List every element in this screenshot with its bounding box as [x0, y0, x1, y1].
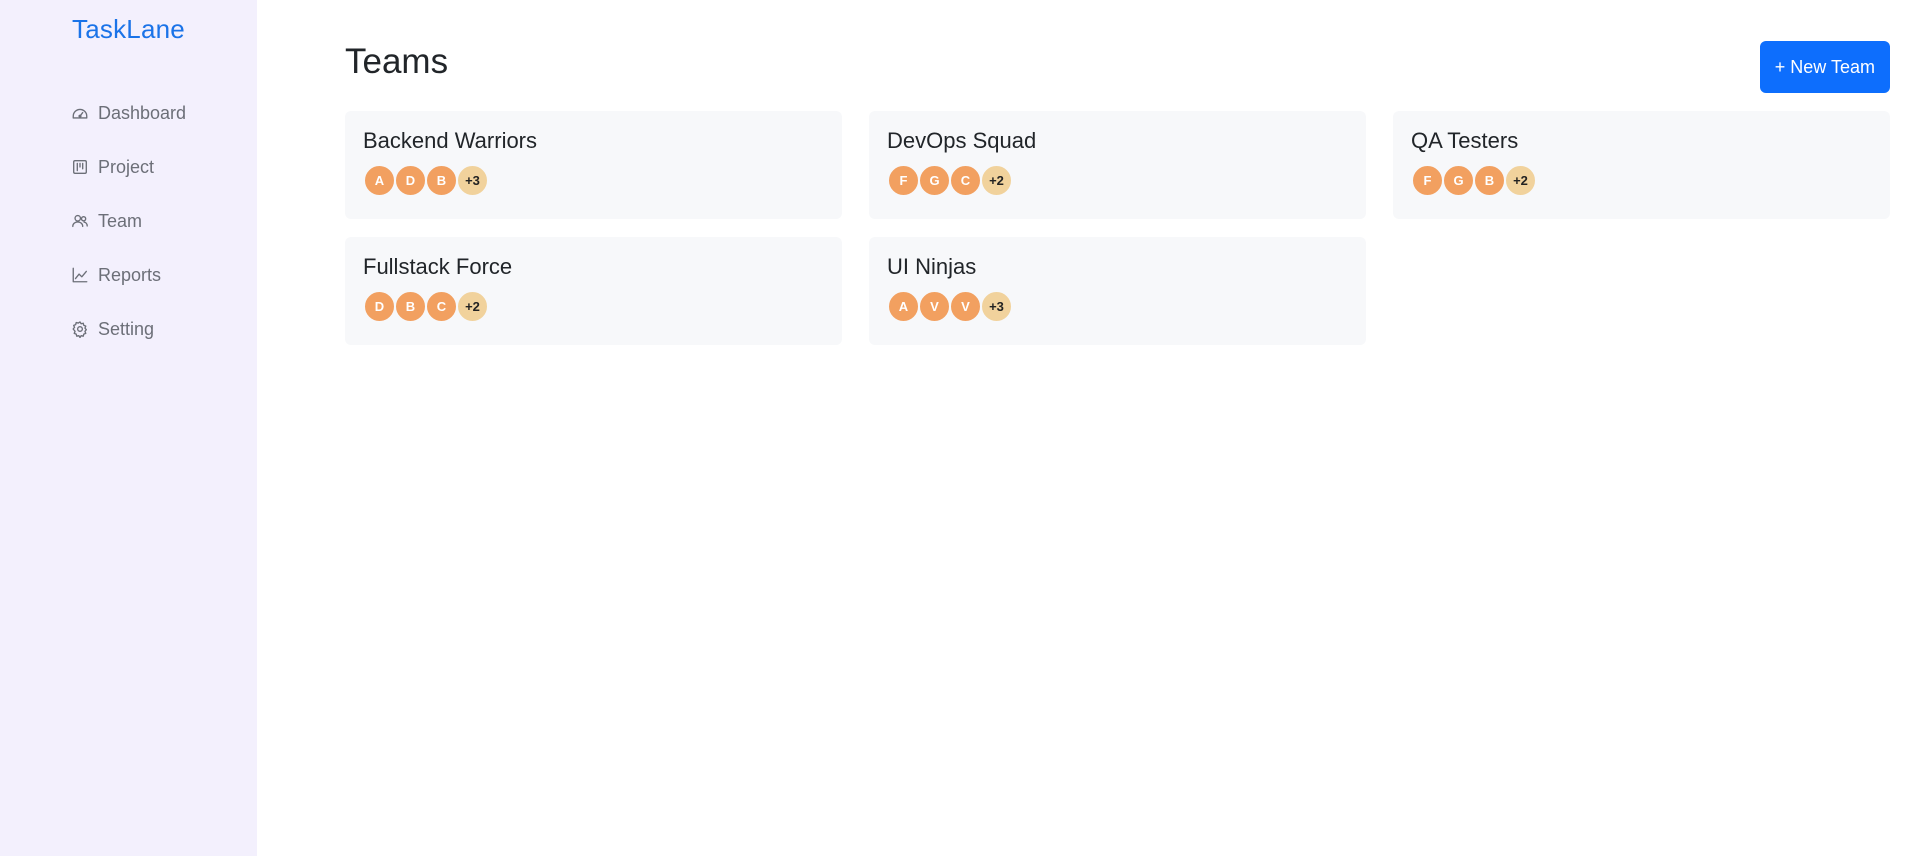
sidebar-nav: Dashboard Project Team Reports Setting: [70, 98, 186, 368]
team-card[interactable]: QA Testers F G B +2: [1393, 111, 1890, 219]
team-card[interactable]: Fullstack Force D B C +2: [345, 237, 842, 345]
avatar: F: [887, 163, 920, 197]
avatar: V: [918, 289, 951, 323]
more-members-badge: +2: [980, 163, 1013, 197]
sidebar-item-label: Team: [98, 210, 143, 231]
member-avatars: D B C +2: [363, 289, 824, 323]
team-icon: [70, 211, 90, 231]
team-name: DevOps Squad: [887, 128, 1037, 153]
sidebar-item-team[interactable]: Team: [70, 206, 186, 236]
brand-logo[interactable]: TaskLane: [0, 14, 257, 45]
more-members-badge: +2: [456, 289, 489, 323]
avatar: B: [1473, 163, 1506, 197]
member-avatars: A V V +3: [887, 289, 1348, 323]
team-card[interactable]: Backend Warriors A D B +3: [345, 111, 842, 219]
avatar: G: [1442, 163, 1475, 197]
more-members-badge: +2: [1504, 163, 1537, 197]
avatar: V: [949, 289, 982, 323]
avatar: C: [949, 163, 982, 197]
teams-grid: Backend Warriors A D B +3 DevOps Squad F…: [345, 111, 1890, 345]
avatar: B: [394, 289, 427, 323]
sidebar-item-label: Project: [98, 156, 155, 177]
sidebar-item-dashboard[interactable]: Dashboard: [70, 98, 186, 128]
avatar: D: [363, 289, 396, 323]
sidebar-item-label: Dashboard: [98, 102, 187, 123]
page-title: Teams: [345, 42, 449, 81]
member-avatars: A D B +3: [363, 163, 824, 197]
sidebar-item-label: Setting: [98, 318, 155, 339]
more-members-badge: +3: [980, 289, 1013, 323]
avatar: A: [363, 163, 396, 197]
sidebar-item-project[interactable]: Project: [70, 152, 186, 182]
more-members-badge: +3: [456, 163, 489, 197]
team-name: QA Testers: [1411, 128, 1519, 153]
dashboard-icon: [70, 103, 90, 123]
sidebar-item-setting[interactable]: Setting: [70, 314, 186, 344]
avatar: D: [394, 163, 427, 197]
team-name: UI Ninjas: [887, 254, 977, 279]
team-card[interactable]: DevOps Squad F G C +2: [869, 111, 1366, 219]
project-icon: [70, 157, 90, 177]
avatar: A: [887, 289, 920, 323]
team-name: Fullstack Force: [363, 254, 513, 279]
avatar: F: [1411, 163, 1444, 197]
main-content: Teams + New Team Backend Warriors A D B …: [257, 0, 1910, 856]
reports-icon: [70, 265, 90, 285]
gear-icon: [70, 319, 90, 339]
avatar: C: [425, 289, 458, 323]
sidebar: TaskLane Dashboard Project Team Reports …: [0, 0, 257, 856]
team-name: Backend Warriors: [363, 128, 538, 153]
member-avatars: F G B +2: [1411, 163, 1872, 197]
sidebar-item-label: Reports: [98, 264, 162, 285]
avatar: G: [918, 163, 951, 197]
app-root: TaskLane Dashboard Project Team Reports …: [0, 0, 1910, 856]
new-team-button[interactable]: + New Team: [1759, 41, 1890, 93]
member-avatars: F G C +2: [887, 163, 1348, 197]
team-card[interactable]: UI Ninjas A V V +3: [869, 237, 1366, 345]
sidebar-item-reports[interactable]: Reports: [70, 260, 186, 290]
avatar: B: [425, 163, 458, 197]
